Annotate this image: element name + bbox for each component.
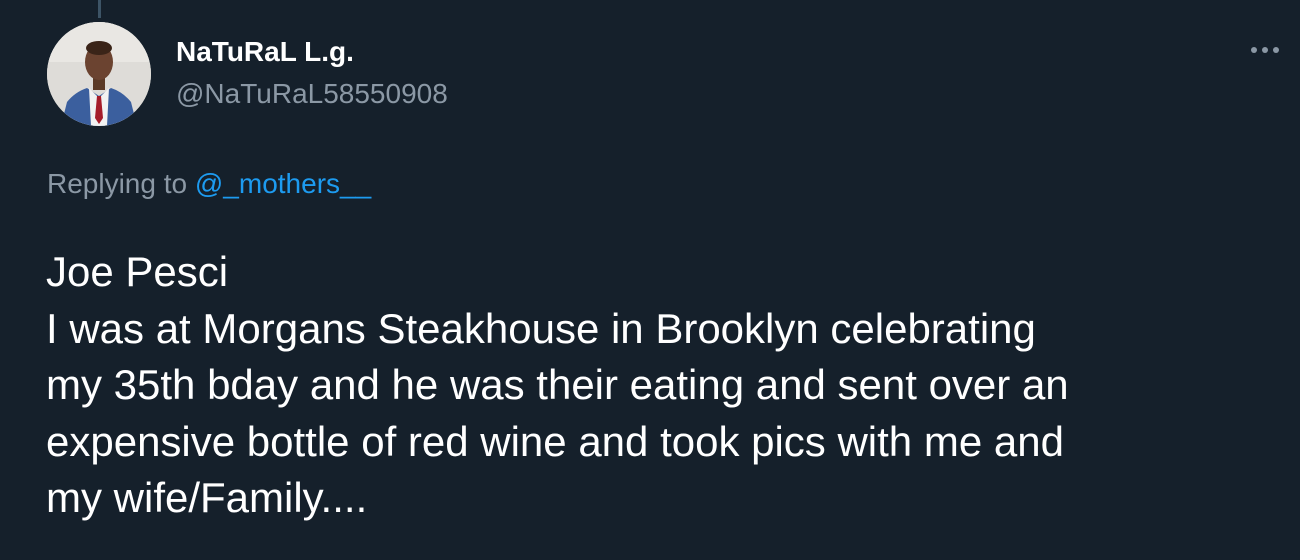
replying-to-mention-link[interactable]: @_mothers__	[195, 168, 371, 199]
thread-connector-line	[98, 0, 101, 18]
more-options-icon	[1262, 47, 1268, 53]
more-options-icon	[1251, 47, 1257, 53]
more-options-button[interactable]	[1240, 30, 1290, 70]
tweet-text-line: my 35th bday and he was their eating and…	[46, 361, 1069, 408]
tweet-text-line: I was at Morgans Steakhouse in Brooklyn …	[46, 304, 1036, 352]
tweet-text: Joe Pesci I was at Morgans Steakhouse in…	[46, 244, 1286, 527]
tweet-text-line: my wife/Family....	[46, 474, 368, 521]
avatar[interactable]	[47, 22, 151, 126]
profile-photo-icon	[47, 22, 151, 126]
display-name[interactable]: NaTuRaL L.g.	[176, 34, 354, 70]
replying-to-label: Replying to	[47, 168, 195, 199]
more-options-icon	[1273, 47, 1279, 53]
tweet-text-line: Joe Pesci	[46, 248, 229, 295]
tweet-text-line: expensive bottle of red wine and took pi…	[46, 417, 1064, 465]
user-handle[interactable]: @NaTuRaL58550908	[176, 76, 448, 112]
replying-to: Replying to @_mothers__	[47, 166, 371, 202]
